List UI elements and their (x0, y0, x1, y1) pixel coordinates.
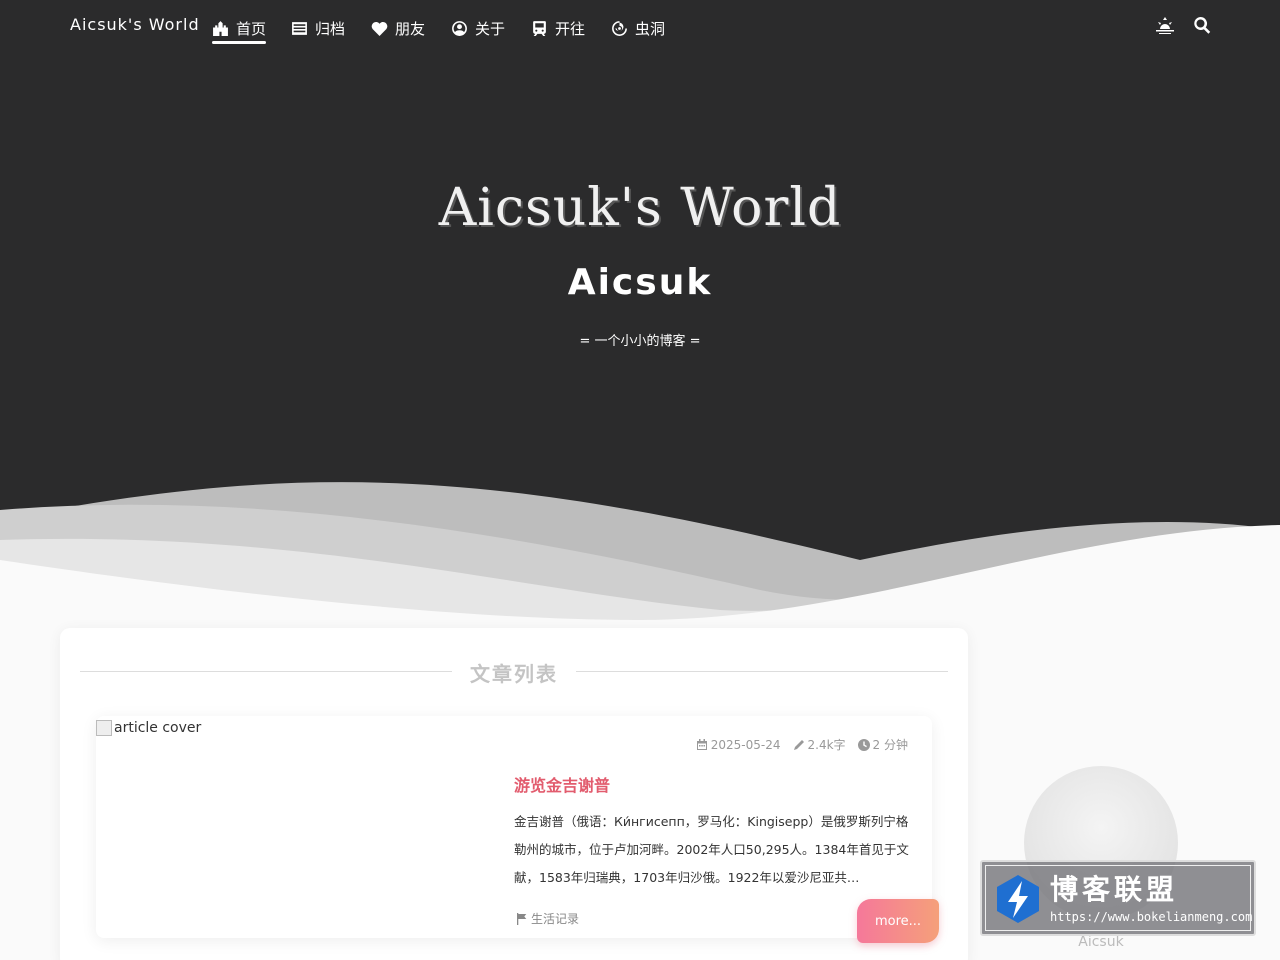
pen-icon (793, 739, 804, 750)
blog-union-badge[interactable]: 博客联盟 https://www.bokelianmeng.com (980, 860, 1256, 936)
site-motto: = 一个小小的博客 = (579, 334, 701, 349)
nav-home-label: 首页 (236, 19, 267, 38)
article-card[interactable]: article cover 2025-05-24 2.4k字 2 分钟 游览金吉… (96, 716, 932, 938)
search-button[interactable] (1192, 15, 1212, 35)
clock-icon (857, 738, 870, 751)
nav-archive-label: 归档 (315, 19, 346, 38)
top-navbar: Aicsuk's World 首页 归档 朋友 关于 开往 虫洞 (0, 0, 1280, 52)
search-icon (1194, 17, 1211, 34)
broken-image-icon (96, 720, 112, 736)
train-icon (533, 20, 546, 36)
flag-icon (517, 912, 527, 925)
section-header: 文章列表 (80, 656, 948, 686)
nav-friends-label: 朋友 (395, 19, 426, 38)
calendar-icon (696, 738, 707, 750)
more-button[interactable]: more... (857, 899, 939, 943)
list-icon (292, 21, 307, 35)
meta-date: 2025-05-24 (696, 738, 781, 752)
cover-alt-text: article cover (96, 720, 201, 736)
sunrise-icon (1156, 17, 1174, 34)
nav-friends[interactable]: 朋友 (371, 14, 425, 42)
nav-travelling-label: 开往 (555, 19, 586, 38)
article-meta: 2025-05-24 2.4k字 2 分钟 (696, 736, 908, 753)
article-title[interactable]: 游览金吉谢普 (514, 772, 610, 796)
article-list-panel: 文章列表 article cover 2025-05-24 2.4k字 2 分钟… (60, 628, 968, 960)
site-subtitle: Aicsuk (567, 262, 713, 303)
author-name: Aicsuk (1078, 934, 1124, 950)
article-category[interactable]: 生活记录 (516, 910, 579, 927)
lightning-hexagon-icon (997, 875, 1039, 923)
heart-icon (371, 21, 388, 36)
nav-about[interactable]: 关于 (451, 14, 505, 42)
nav-about-label: 关于 (475, 19, 506, 38)
brand-link[interactable]: Aicsuk's World (70, 15, 200, 34)
nav-archive[interactable]: 归档 (291, 14, 345, 42)
article-cover[interactable]: article cover (96, 716, 496, 938)
user-circle-icon (452, 20, 467, 36)
article-excerpt: 金吉谢普（俄语：Ки́нгисепп，罗马化：Kingisepp）是俄罗斯列宁格… (514, 814, 909, 885)
site-title: Aicsuk's World (438, 178, 842, 238)
cover-alt-label: article cover (114, 720, 202, 736)
nav-home[interactable]: 首页 (212, 14, 267, 44)
spiral-icon (612, 20, 627, 36)
hero-banner: Aicsuk's World 首页 归档 朋友 关于 开往 虫洞 Aicsuk'… (0, 0, 1280, 620)
meta-read-time: 2 分钟 (857, 736, 908, 753)
badge-url: https://www.bokelianmeng.com (1050, 910, 1253, 924)
meta-words: 2.4k字 (793, 736, 846, 753)
nav-wormhole-label: 虫洞 (635, 19, 666, 38)
theme-toggle-button[interactable] (1155, 15, 1175, 35)
badge-title: 博客联盟 (1050, 873, 1179, 906)
nav-travelling[interactable]: 开往 (531, 14, 585, 42)
wave-decoration (0, 482, 1280, 620)
nav-wormhole[interactable]: 虫洞 (611, 14, 665, 42)
section-title: 文章列表 (470, 662, 558, 686)
castle-icon (213, 20, 228, 36)
